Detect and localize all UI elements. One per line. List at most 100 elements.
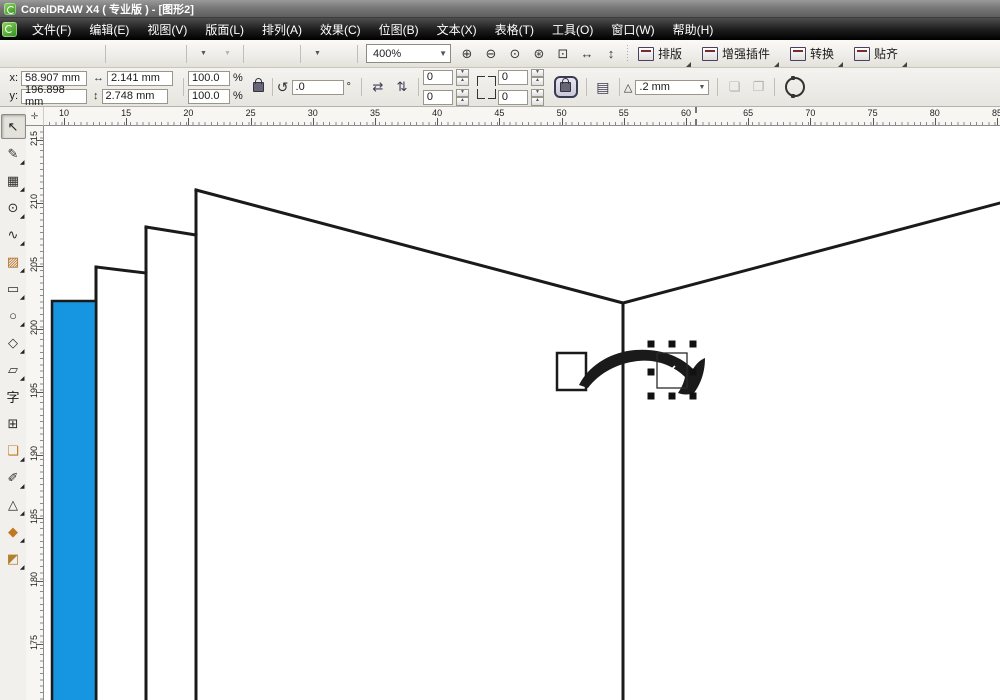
flyout-indicator: ◢ [20,214,25,220]
pick-tool[interactable]: ↖ [1,114,26,139]
crop-tool[interactable]: ▦◢ [1,168,26,193]
menu-a[interactable]: 排列(A) [253,18,311,41]
zoom-level-dropdown[interactable]: 400%▼ [366,44,451,63]
scale-lock-icon[interactable] [253,82,264,92]
zoom-tool[interactable]: ⊙◢ [1,195,26,220]
convert-button[interactable]: 转换 [784,42,842,65]
round-corners-together-button[interactable] [554,76,578,98]
interactive-fill-tool-icon: ◩ [7,551,19,567]
spinner[interactable]: ▼▲ [531,69,544,86]
polygon-tool[interactable]: ◇◢ [1,330,26,355]
selection-handle[interactable] [648,369,655,376]
table-tool[interactable]: ⊞ [1,411,26,436]
corner-field-3[interactable]: 0 [498,70,528,85]
scale-y-field[interactable]: 100.0 [188,89,230,104]
import-button[interactable] [249,43,271,65]
selection-handle[interactable] [690,369,697,376]
vertical-ruler[interactable]: 215210205200195190185180175 [26,125,44,700]
horizontal-ruler[interactable]: 10152025303540455055606570758085 [43,107,1000,126]
zoom-page-button[interactable]: ⊡ [552,43,574,65]
copy-button[interactable] [135,43,157,65]
interactive-fill-tool[interactable]: ◩◢ [1,546,26,571]
snap-button[interactable]: 贴齐 [848,42,906,65]
rectangle-tool[interactable]: ▭◢ [1,276,26,301]
corner-field-1[interactable]: 0 [423,70,453,85]
spinner[interactable]: ▼▲ [456,69,469,86]
zoom-page-height-button[interactable]: ↕ [600,43,622,65]
selection-handle[interactable] [648,393,655,400]
selection-handle[interactable] [648,341,655,348]
selection-handle[interactable] [669,393,676,400]
text-tool[interactable]: 字 [1,384,26,409]
zoom-page-width-button[interactable]: ↔ [576,43,598,65]
document-icon[interactable] [2,22,17,37]
menu-f[interactable]: 文件(F) [23,18,80,41]
save-button[interactable] [54,43,76,65]
zoom-selected-icon: ⊙ [510,46,521,62]
paste-button[interactable] [159,43,181,65]
menu-v[interactable]: 视图(V) [138,18,196,41]
selection-handle[interactable] [690,341,697,348]
shape-tool[interactable]: ✎◢ [1,141,26,166]
page-edge-mark [695,107,697,125]
zoom-in-button[interactable]: ⊕ [456,43,478,65]
selection-handle[interactable] [690,393,697,400]
wrap-paragraph-text-button[interactable]: ▤ [591,76,615,98]
y-position-field[interactable]: 196.898 mm [21,89,87,104]
flyout-indicator: ◢ [20,511,25,517]
menu-o[interactable]: 工具(O) [543,18,602,41]
to-front-of-layer-button[interactable]: ❐ [746,76,770,98]
menu-e[interactable]: 编辑(E) [80,18,138,41]
height-field[interactable]: 2.748 mm [102,89,168,104]
outline-pen-tool[interactable]: △◢ [1,492,26,517]
menu-h[interactable]: 帮助(H) [664,18,723,41]
app-launcher-button[interactable]: ▼ [306,43,328,65]
basic-shapes-tool[interactable]: ▱◢ [1,357,26,382]
drawing-canvas[interactable] [43,125,1000,700]
convert-to-curves-button[interactable] [785,77,805,97]
ruler-origin-button[interactable]: ✛ [26,107,44,126]
export-button[interactable] [273,43,295,65]
corner-field-4[interactable]: 0 [498,90,528,105]
zoom-selected-button[interactable]: ⊙ [504,43,526,65]
print-button[interactable] [78,43,100,65]
width-field[interactable]: 2.141 mm [107,71,173,86]
ellipse-tool[interactable]: ○◢ [1,303,26,328]
enhancement-plugins-button[interactable]: 增强插件 [696,42,778,65]
open-button[interactable] [30,43,52,65]
new-button[interactable] [6,43,28,65]
typesetting-button[interactable]: 排版 [632,42,690,65]
corner-field-2[interactable]: 0 [423,90,453,105]
menu-t[interactable]: 表格(T) [486,18,543,41]
blend-tool[interactable]: ❏◢ [1,438,26,463]
selection-handle[interactable] [669,341,676,348]
vruler-label: 175 [29,636,39,650]
rotation-angle-field[interactable]: .0 [292,80,344,95]
fill-tool[interactable]: ◆◢ [1,519,26,544]
redo-button[interactable]: ▼ [216,43,238,65]
spinner[interactable]: ▼▲ [456,89,469,106]
smart-fill-tool[interactable]: ▨◢ [1,249,26,274]
hruler-label: 80 [930,108,940,118]
zoom-all-objects-button[interactable]: ⊛ [528,43,550,65]
zoom-tool-icon: ⊙ [8,200,19,216]
menu-b[interactable]: 位图(B) [370,18,428,41]
cut-button[interactable] [111,43,133,65]
eyedropper-tool[interactable]: ✐◢ [1,465,26,490]
menu-l[interactable]: 版面(L) [196,18,253,41]
mirror-vertical-button[interactable]: ⇅ [390,76,414,98]
eyedropper-tool-icon: ✐ [8,470,19,486]
outline-width-dropdown[interactable]: .2 mm▼ [635,80,709,95]
welcome-screen-button[interactable] [330,43,352,65]
menu-c[interactable]: 效果(C) [311,18,370,41]
scale-x-field[interactable]: 100.0 [188,71,230,86]
menu-x[interactable]: 文本(X) [428,18,486,41]
book-cover-rect[interactable] [52,301,96,700]
spinner[interactable]: ▼▲ [531,89,544,106]
to-back-of-layer-button[interactable]: ❏ [722,76,746,98]
mirror-horizontal-button[interactable]: ⇄ [366,76,390,98]
menu-w[interactable]: 窗口(W) [602,18,663,41]
freehand-tool[interactable]: ∿◢ [1,222,26,247]
zoom-out-button[interactable]: ⊖ [480,43,502,65]
undo-button[interactable]: ▼ [192,43,214,65]
